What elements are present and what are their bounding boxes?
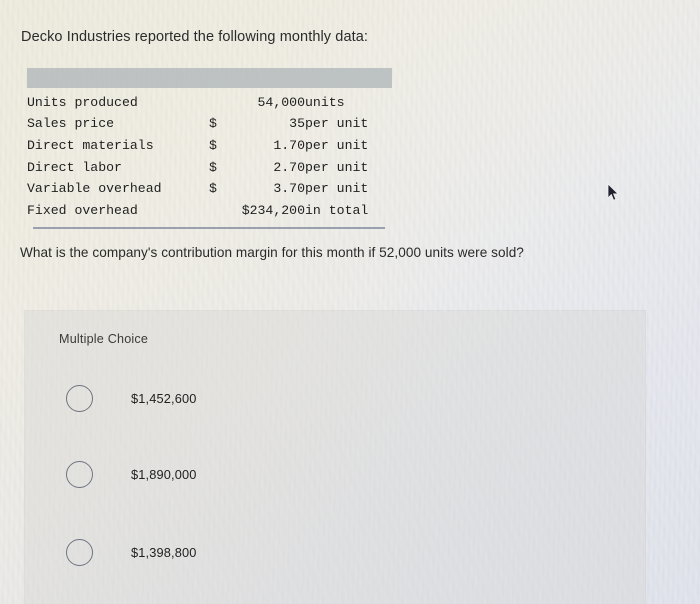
table-row: Direct labor $2.70 per unit bbox=[27, 157, 392, 179]
question-text: What is the company's contribution margi… bbox=[20, 245, 524, 260]
table-cell-currency: $ bbox=[209, 181, 217, 197]
table-cell-amount: 54,000 bbox=[257, 94, 305, 110]
table-cell-label: Direct materials bbox=[27, 137, 154, 153]
choice-option-3[interactable]: $1,398,800 bbox=[66, 539, 197, 566]
radio-button-3[interactable] bbox=[66, 539, 93, 566]
intro-text: Decko Industries reported the following … bbox=[21, 29, 369, 45]
choice-label-3: $1,398,800 bbox=[131, 545, 197, 560]
table-cell-currency bbox=[209, 201, 225, 223]
table-cell-label: Direct labor bbox=[27, 159, 122, 175]
table-row: Units produced 54,000 units bbox=[27, 92, 392, 114]
table-bottom-rule bbox=[33, 227, 385, 230]
radio-button-2[interactable] bbox=[66, 461, 93, 488]
table-cell-amount: 2.70 bbox=[273, 159, 305, 175]
table-cell-unit: in total bbox=[305, 203, 369, 219]
table-header-bar bbox=[27, 68, 392, 88]
choice-option-2[interactable]: $1,890,000 bbox=[66, 461, 197, 488]
table-row: Sales price $35 per unit bbox=[27, 114, 392, 136]
choice-label-2: $1,890,000 bbox=[131, 467, 197, 482]
table-row: Fixed overhead $234,200 in total bbox=[27, 201, 392, 223]
table-cell-amount: $234,200 bbox=[241, 203, 305, 219]
table-cell-unit: per unit bbox=[305, 116, 369, 132]
table-cell-unit: per unit bbox=[305, 181, 369, 197]
table-cell-amount: 35 bbox=[289, 116, 305, 132]
table-row: Direct materials $1.70 per unit bbox=[27, 135, 392, 157]
radio-button-1[interactable] bbox=[66, 385, 93, 412]
table-cell-label: Fixed overhead bbox=[27, 203, 138, 219]
table-cell-currency: $ bbox=[209, 159, 217, 175]
table-cell-label: Variable overhead bbox=[27, 181, 162, 197]
table-cell-currency: $ bbox=[209, 116, 217, 132]
table-row: Variable overhead $3.70 per unit bbox=[27, 179, 392, 201]
table-cell-unit: units bbox=[305, 94, 345, 110]
mouse-cursor bbox=[607, 183, 621, 203]
table-cell-label: Units produced bbox=[27, 94, 138, 110]
table-cell-unit: per unit bbox=[305, 137, 369, 153]
table-cell-currency: $ bbox=[209, 137, 217, 153]
table-cell-unit: per unit bbox=[305, 159, 369, 175]
table-cell-currency bbox=[209, 92, 225, 114]
table-cell-amount: 3.70 bbox=[273, 181, 305, 197]
multiple-choice-title: Multiple Choice bbox=[59, 332, 149, 346]
choice-option-1[interactable]: $1,452,600 bbox=[66, 385, 197, 412]
multiple-choice-panel: Multiple Choice $1,452,600 $1,890,000 $1,3… bbox=[25, 311, 645, 604]
table-cell-amount: 1.70 bbox=[273, 137, 305, 153]
table-cell-label: Sales price bbox=[27, 116, 115, 132]
choice-label-1: $1,452,600 bbox=[131, 391, 197, 406]
data-table: Units produced 54,000 units Sales price $35 p… bbox=[27, 68, 392, 230]
